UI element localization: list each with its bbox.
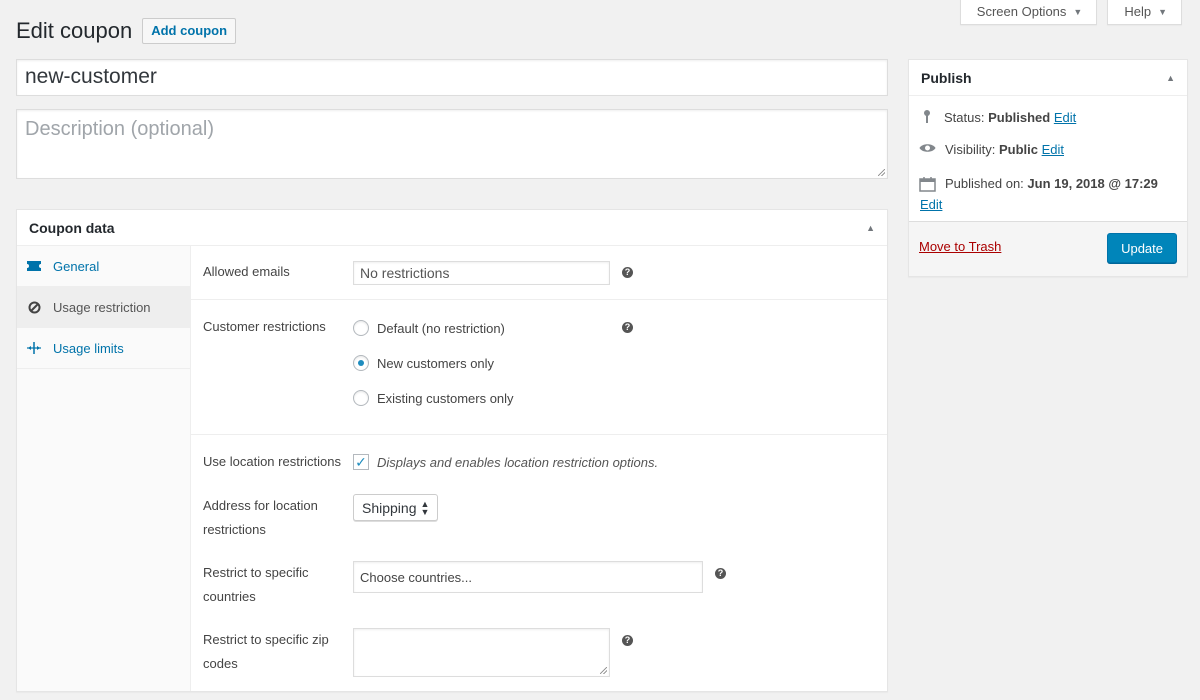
- help-icon[interactable]: ?: [622, 322, 633, 333]
- tab-general-label: General: [53, 258, 100, 274]
- tab-usage-restriction-label: Usage restriction: [53, 299, 151, 315]
- description-textarea[interactable]: Description (optional): [16, 109, 888, 179]
- coupon-data-box: Coupon data ▲ General Usage restriction …: [16, 209, 888, 692]
- radio-existing-customers-label: Existing customers only: [377, 390, 514, 406]
- use-location-checkbox-row: ✓ Displays and enables location restrict…: [353, 454, 658, 470]
- allowed-emails-section: Allowed emails No restrictions ?: [191, 246, 887, 300]
- status-label: Status:: [944, 110, 985, 125]
- collapse-arrow-icon[interactable]: ▲: [1166, 73, 1175, 83]
- coupon-code-input[interactable]: new-customer: [16, 59, 888, 96]
- block-icon: [27, 301, 41, 314]
- zip-codes-textarea[interactable]: [353, 628, 610, 677]
- coupon-data-tabs: General Usage restriction Usage limits: [17, 246, 191, 691]
- description-placeholder: Description (optional): [25, 118, 214, 140]
- radio-default[interactable]: Default (no restriction): [353, 320, 505, 336]
- countries-label-1: Restrict to specific: [203, 565, 309, 580]
- caret-down-icon: ▼: [1073, 6, 1083, 17]
- radio-existing-customers[interactable]: Existing customers only: [353, 390, 514, 406]
- ticket-icon: [27, 260, 41, 272]
- radio-button-selected[interactable]: [353, 355, 369, 371]
- publish-box: Publish ▲ Status: Published Edit Visibil…: [908, 59, 1188, 277]
- location-section: Use location restrictions ✓ Displays and…: [191, 435, 887, 691]
- radio-new-customers[interactable]: New customers only: [353, 355, 494, 371]
- resize-handle-icon[interactable]: [600, 667, 607, 674]
- use-location-checkbox[interactable]: ✓: [353, 454, 369, 470]
- address-location-label-1: Address for location: [203, 498, 318, 513]
- zip-codes-label-1: Restrict to specific zip: [203, 632, 329, 647]
- calendar-icon: [919, 176, 936, 195]
- help-icon[interactable]: ?: [622, 267, 633, 278]
- customer-restrictions-section: Customer restrictions Default (no restri…: [191, 300, 887, 435]
- caret-down-icon: ▼: [1158, 6, 1167, 17]
- address-location-label-2: restrictions: [203, 522, 266, 537]
- allowed-emails-input[interactable]: No restrictions: [353, 261, 610, 285]
- published-on-label: Published on:: [945, 176, 1024, 191]
- publish-header[interactable]: Publish ▲: [909, 60, 1187, 96]
- tab-usage-limits[interactable]: Usage limits: [17, 328, 190, 369]
- help-tab[interactable]: Help ▼: [1107, 0, 1182, 25]
- page-header: Edit coupon Add coupon: [16, 17, 237, 44]
- help-icon[interactable]: ?: [715, 568, 726, 579]
- pin-icon: [919, 108, 935, 127]
- tab-general[interactable]: General: [17, 246, 190, 287]
- resize-handle-icon[interactable]: [878, 169, 885, 176]
- select-arrows-icon: ▲ ▼: [420, 498, 430, 517]
- visibility-label: Visibility:: [945, 142, 996, 157]
- collapse-arrow-icon[interactable]: ▲: [866, 223, 875, 233]
- arrows-icon: [27, 342, 41, 354]
- coupon-data-title: Coupon data: [29, 219, 115, 236]
- allowed-emails-label: Allowed emails: [203, 264, 290, 279]
- radio-default-label: Default (no restriction): [377, 320, 505, 336]
- visibility-row: Visibility: Public Edit: [919, 142, 1064, 157]
- use-location-description: Displays and enables location restrictio…: [377, 454, 659, 470]
- radio-new-customers-label: New customers only: [377, 355, 495, 371]
- radio-button[interactable]: [353, 390, 369, 406]
- publish-actions: Move to Trash Update: [909, 221, 1187, 276]
- eye-icon: [919, 142, 936, 157]
- tab-usage-limits-label: Usage limits: [53, 340, 124, 356]
- screen-options-label: Screen Options: [976, 4, 1067, 19]
- status-value: Published: [988, 110, 1051, 125]
- published-on-value: Jun 19, 2018 @ 17:29: [1027, 176, 1158, 191]
- help-label: Help: [1124, 4, 1152, 19]
- status-row: Status: Published Edit: [919, 108, 1076, 127]
- coupon-data-header[interactable]: Coupon data ▲: [17, 210, 887, 246]
- screen-meta: Screen Options ▼ Help ▼: [959, 0, 1182, 25]
- address-location-value: Shipping: [362, 499, 417, 516]
- update-button[interactable]: Update: [1107, 233, 1177, 263]
- status-edit-link[interactable]: Edit: [1054, 110, 1076, 125]
- page-title: Edit coupon: [16, 17, 133, 43]
- zip-codes-label-2: codes: [203, 656, 238, 671]
- visibility-edit-link[interactable]: Edit: [1042, 142, 1064, 157]
- radio-button[interactable]: [353, 320, 369, 336]
- tab-usage-restriction[interactable]: Usage restriction: [17, 287, 190, 328]
- help-icon[interactable]: ?: [622, 635, 633, 646]
- use-location-label: Use location restrictions: [203, 454, 341, 469]
- address-location-select[interactable]: Shipping ▲ ▼: [353, 494, 439, 521]
- publish-title: Publish: [921, 69, 972, 86]
- countries-label-2: countries: [203, 589, 256, 604]
- usage-restriction-panel: Allowed emails No restrictions ? Custome…: [191, 246, 887, 691]
- countries-input[interactable]: Choose countries...: [353, 561, 703, 593]
- move-to-trash-link[interactable]: Move to Trash: [919, 239, 1001, 254]
- customer-restrictions-label: Customer restrictions: [203, 319, 326, 334]
- screen-options-tab[interactable]: Screen Options ▼: [959, 0, 1098, 25]
- published-on-row: Published on: Jun 19, 2018 @ 17:29: [919, 176, 1158, 195]
- published-on-edit-link[interactable]: Edit: [920, 197, 942, 212]
- add-coupon-button[interactable]: Add coupon: [142, 18, 237, 44]
- visibility-value: Public: [998, 142, 1038, 157]
